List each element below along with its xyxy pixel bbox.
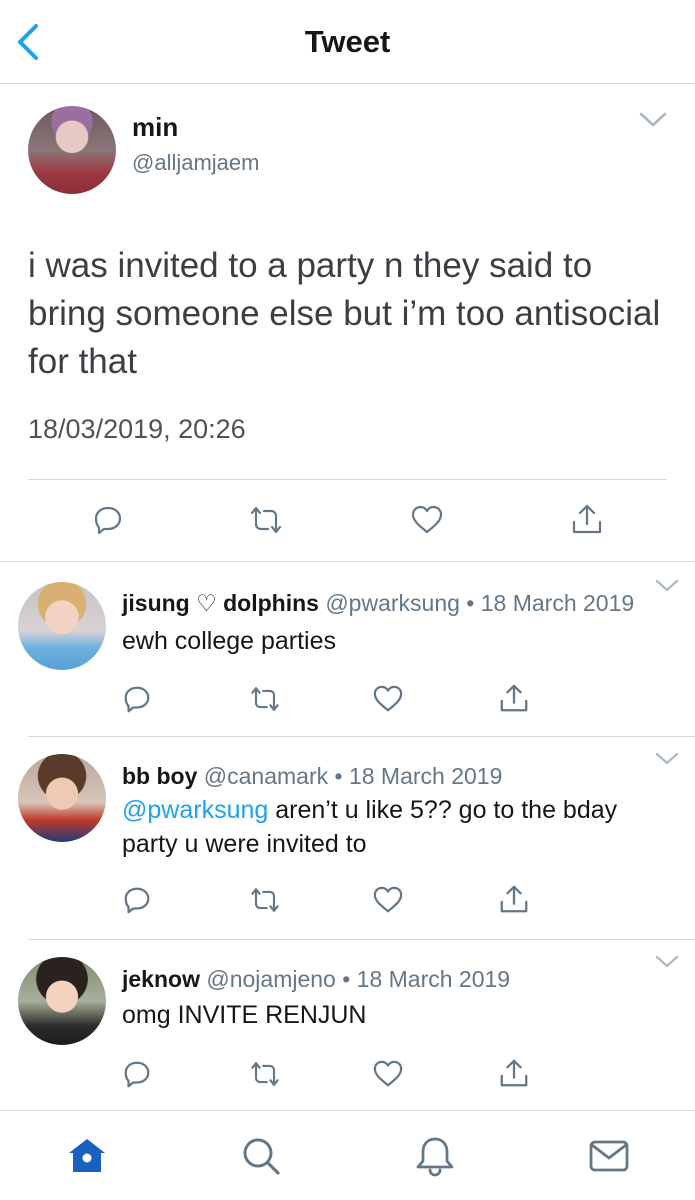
reply-header: jeknow @nojamjeno • 18 March 2019 <box>122 966 510 993</box>
avatar[interactable] <box>18 754 106 842</box>
search-icon[interactable] <box>240 1135 282 1177</box>
chevron-down-icon[interactable] <box>638 110 668 130</box>
heart-icon[interactable] <box>372 1059 404 1089</box>
reply-text: ewh college parties <box>122 624 662 658</box>
author-name[interactable]: min <box>132 112 178 143</box>
tweet-timestamp: 18/03/2019, 20:26 <box>28 414 246 444</box>
avatar[interactable] <box>18 957 106 1045</box>
retweet-icon[interactable] <box>247 684 283 714</box>
reply-icon[interactable] <box>92 504 124 536</box>
reply-icon[interactable] <box>122 885 152 915</box>
retweet-icon[interactable] <box>247 1059 283 1089</box>
reply-icon[interactable] <box>122 1059 152 1089</box>
chevron-down-icon[interactable] <box>654 751 680 767</box>
avatar[interactable] <box>18 582 106 670</box>
reply-body: ewh college parties <box>122 627 337 655</box>
mention-link[interactable]: @pwarksung <box>122 796 268 824</box>
notifications-icon[interactable] <box>414 1135 456 1177</box>
reply-icon[interactable] <box>122 684 152 714</box>
share-icon[interactable] <box>498 883 530 915</box>
home-icon[interactable] <box>66 1135 108 1177</box>
nav-bar: Tweet <box>0 0 695 84</box>
retweet-icon[interactable] <box>246 504 286 536</box>
author-name[interactable]: jisung ♡ dolphins <box>122 590 319 616</box>
tweet-text: i was invited to a party n they said to … <box>28 246 661 381</box>
author-meta: @nojamjeno • 18 March 2019 <box>206 966 511 992</box>
divider <box>28 479 667 480</box>
main-tweet: min @alljamjaem i was invited to a party… <box>0 84 695 562</box>
retweet-icon[interactable] <box>247 885 283 915</box>
chevron-down-icon[interactable] <box>654 578 680 594</box>
reply-tweet[interactable]: jeknow @nojamjeno • 18 March 2019 omg IN… <box>0 940 695 1110</box>
heart-icon[interactable] <box>372 885 404 915</box>
reply-tweet[interactable]: bb boy @canamark • 18 March 2019 @pwarks… <box>0 737 695 939</box>
page-title: Tweet <box>304 24 391 59</box>
share-icon[interactable] <box>570 502 604 536</box>
heart-icon[interactable] <box>372 684 404 714</box>
share-icon[interactable] <box>498 682 530 714</box>
reply-body: omg INVITE RENJUN <box>122 1001 367 1029</box>
heart-icon[interactable] <box>410 504 444 536</box>
avatar[interactable] <box>28 106 116 194</box>
author-name[interactable]: bb boy <box>122 763 197 789</box>
share-icon[interactable] <box>498 1057 530 1089</box>
author-meta: @pwarksung • 18 March 2019 <box>325 590 635 616</box>
tab-bar <box>0 1110 695 1200</box>
messages-icon[interactable] <box>588 1135 630 1177</box>
author-meta: @canamark • 18 March 2019 <box>203 763 503 789</box>
reply-tweet[interactable]: jisung ♡ dolphins @pwarksung • 18 March … <box>0 562 695 736</box>
chevron-down-icon[interactable] <box>654 954 680 970</box>
author-handle[interactable]: @alljamjaem <box>132 150 259 176</box>
reply-text: @pwarksung aren’t u like 5?? go to the b… <box>122 793 662 861</box>
reply-header: jisung ♡ dolphins @pwarksung • 18 March … <box>122 590 634 617</box>
reply-text: omg INVITE RENJUN <box>122 998 662 1032</box>
reply-header: bb boy @canamark • 18 March 2019 <box>122 763 502 790</box>
author-name[interactable]: jeknow <box>122 966 200 992</box>
